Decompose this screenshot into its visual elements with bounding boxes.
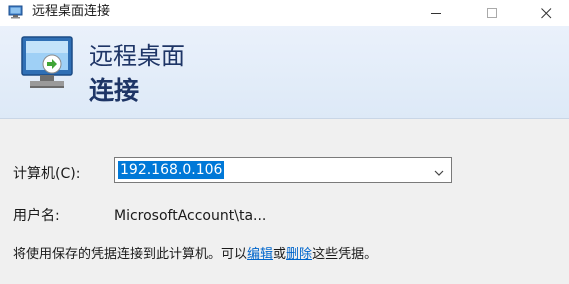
minimize-icon [430, 4, 442, 23]
window-title: 远程桌面连接 [32, 4, 111, 19]
banner-title-line1: 远程桌面 [89, 42, 185, 70]
header-banner: 远程桌面 连接 [0, 26, 569, 119]
credentials-info-middle: 或 [273, 247, 287, 262]
close-icon [540, 4, 552, 23]
banner-title-line2: 连接 [89, 76, 140, 105]
username-value: MicrosoftAccount\ta... [114, 208, 267, 224]
maximize-icon [486, 4, 498, 23]
chevron-down-icon[interactable] [433, 164, 445, 176]
remote-desktop-window: 远程桌面连接 远程桌面 连接 计算机(C): 192.168.0.106 用户名… [0, 0, 569, 284]
minimize-button[interactable] [413, 0, 459, 26]
computer-label: 计算机(C): [13, 166, 81, 182]
remote-desktop-icon [18, 34, 80, 96]
credentials-info-prefix: 将使用保存的凭据连接到此计算机。可以 [13, 247, 248, 262]
delete-credentials-link[interactable]: 删除 [286, 247, 312, 262]
credentials-info-suffix: 这些凭据。 [312, 247, 378, 262]
edit-credentials-link[interactable]: 编辑 [247, 247, 273, 262]
computer-combobox[interactable]: 192.168.0.106 [114, 157, 452, 183]
credentials-info: 将使用保存的凭据连接到此计算机。可以编辑或删除这些凭据。 [13, 246, 377, 263]
title-bar[interactable]: 远程桌面连接 [0, 0, 569, 26]
remote-desktop-small-icon [8, 4, 24, 20]
username-label: 用户名: [13, 208, 60, 224]
close-button[interactable] [523, 0, 569, 26]
maximize-button[interactable] [469, 0, 515, 26]
computer-input-value[interactable]: 192.168.0.106 [118, 161, 225, 179]
